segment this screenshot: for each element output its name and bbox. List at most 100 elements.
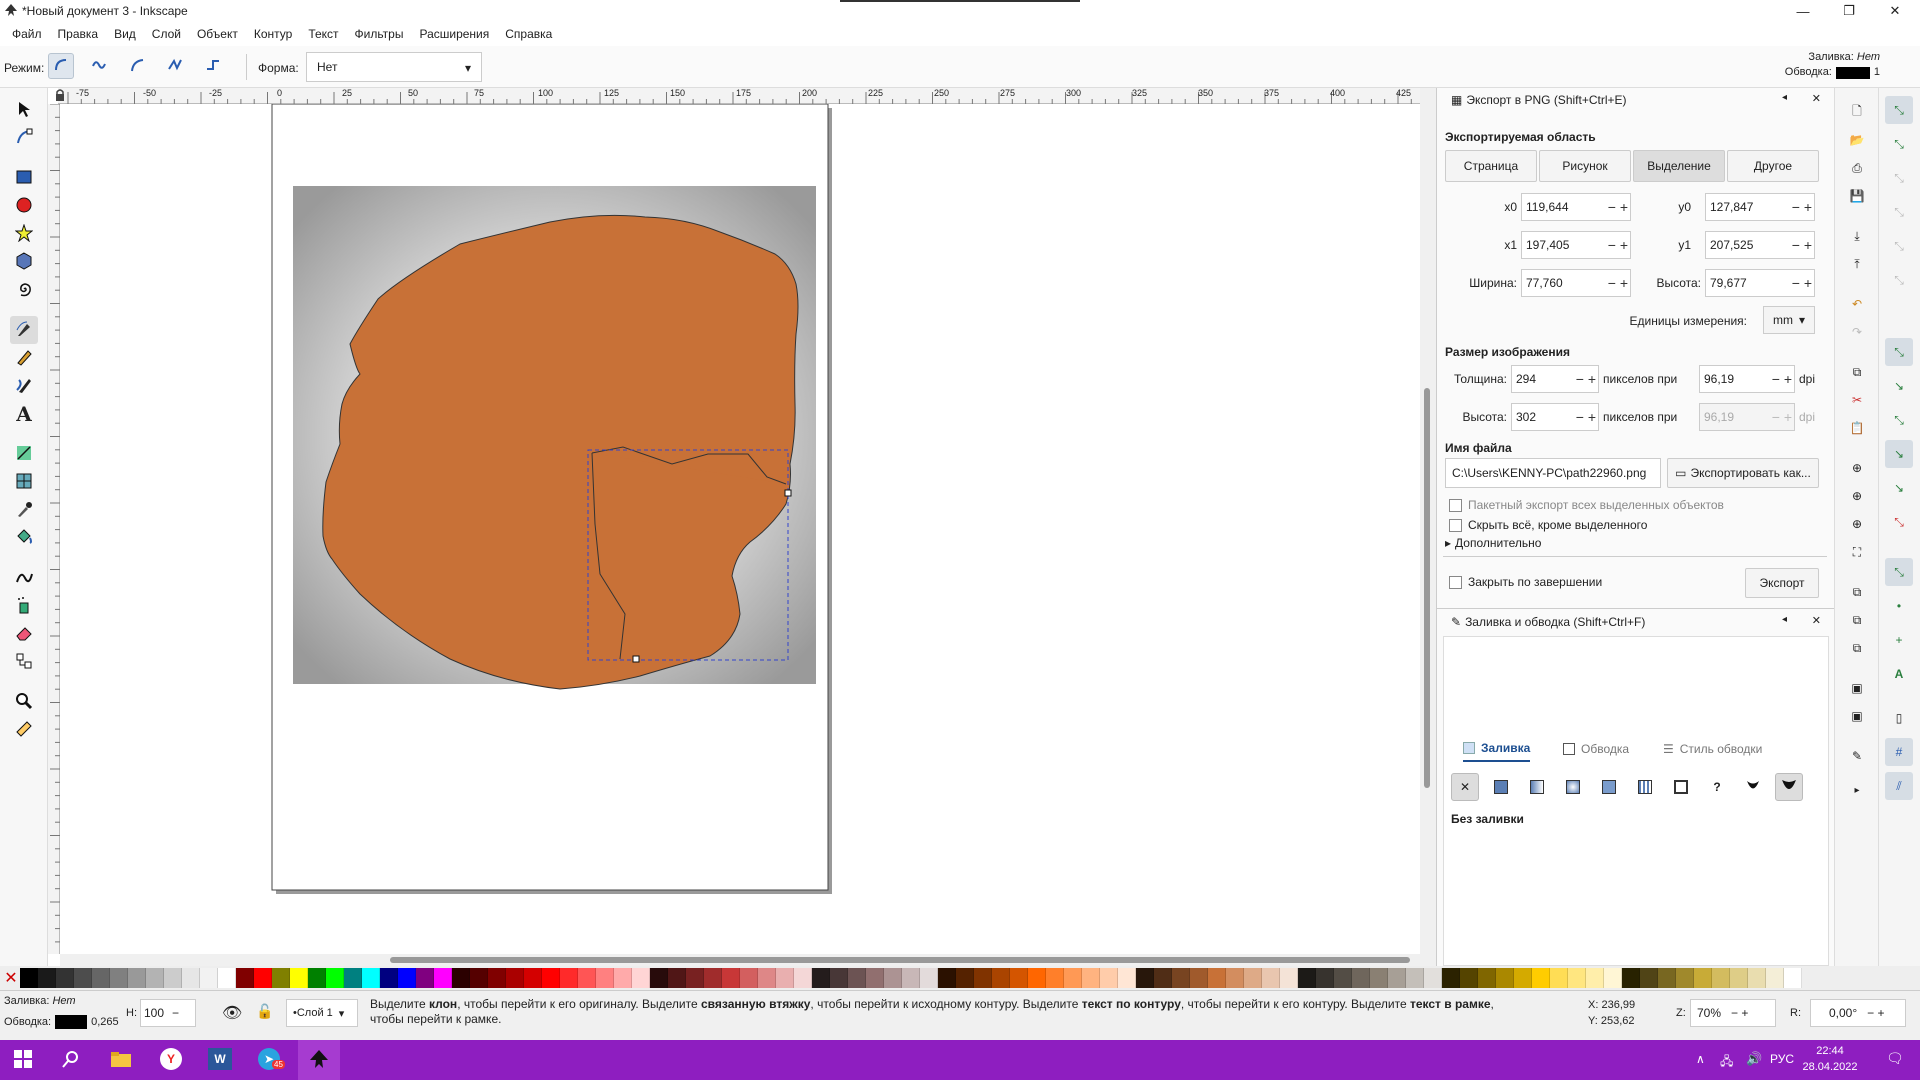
palette-swatch[interactable] xyxy=(578,968,596,988)
palette-swatch[interactable] xyxy=(524,968,542,988)
rectangle-tool[interactable] xyxy=(10,164,38,192)
zoom-tool[interactable] xyxy=(10,688,38,716)
unset-paint-button[interactable]: ? xyxy=(1703,773,1731,801)
palette-swatch[interactable] xyxy=(560,968,578,988)
menu-filters[interactable]: Фильтры xyxy=(347,27,412,41)
menu-file[interactable]: Файл xyxy=(4,27,50,41)
export-button[interactable]: Экспорт xyxy=(1745,568,1819,598)
palette-swatch[interactable] xyxy=(1388,968,1406,988)
palette-swatch[interactable] xyxy=(1028,968,1046,988)
palette-swatch[interactable] xyxy=(1406,968,1424,988)
palette-swatch[interactable] xyxy=(740,968,758,988)
palette-swatch[interactable] xyxy=(1316,968,1334,988)
group-icon[interactable]: ▣ xyxy=(1845,676,1869,700)
palette-swatch[interactable] xyxy=(1262,968,1280,988)
panel-collapse-icon[interactable]: ◂ xyxy=(1782,92,1787,103)
snap-rotation-center-icon[interactable]: + xyxy=(1885,626,1913,654)
zoom-drawing-icon[interactable]: ⊕ xyxy=(1845,484,1869,508)
snap-intersection-icon[interactable]: ⤡ xyxy=(1885,406,1913,434)
panel-close-icon[interactable]: ✕ xyxy=(1812,92,1821,105)
px-height-input[interactable]: 302 − + xyxy=(1511,403,1599,431)
palette-swatch[interactable] xyxy=(1154,968,1172,988)
paint-bucket-tool[interactable] xyxy=(10,524,38,552)
bezier-tool[interactable] xyxy=(10,316,38,344)
open-folder-icon[interactable]: 📂 xyxy=(1845,128,1869,152)
close-when-done-checkbox[interactable]: Закрыть по завершении xyxy=(1449,575,1602,589)
x1-stepper[interactable]: − + xyxy=(1608,232,1628,258)
width-input[interactable]: 77,760 − + xyxy=(1521,269,1631,297)
palette-swatch[interactable] xyxy=(398,968,416,988)
palette-swatch[interactable] xyxy=(596,968,614,988)
save-icon[interactable]: 💾 xyxy=(1845,184,1869,208)
layer-dropdown[interactable]: •Слой 1 ▾ xyxy=(286,999,358,1027)
no-paint-button[interactable]: ✕ xyxy=(1451,773,1479,801)
menu-path[interactable]: Контур xyxy=(246,27,300,41)
palette-swatch[interactable] xyxy=(722,968,740,988)
palette-swatch[interactable] xyxy=(1064,968,1082,988)
orange-blob-shape[interactable] xyxy=(322,214,799,690)
palette-swatch[interactable] xyxy=(1514,968,1532,988)
palette-swatch[interactable] xyxy=(1676,968,1694,988)
mesh-gradient-button[interactable] xyxy=(1595,773,1623,801)
palette-swatch[interactable] xyxy=(920,968,938,988)
language-indicator[interactable]: РУС xyxy=(1770,1052,1794,1066)
selection-handle-bottom[interactable] xyxy=(632,655,640,663)
menu-view[interactable]: Вид xyxy=(106,27,144,41)
spiro-mode-button[interactable] xyxy=(86,53,112,79)
palette-swatch[interactable] xyxy=(1136,968,1154,988)
3d-box-tool[interactable] xyxy=(10,248,38,276)
palette-swatch[interactable] xyxy=(1748,968,1766,988)
palette-swatch[interactable] xyxy=(938,968,956,988)
y1-input[interactable]: 207,525 − + xyxy=(1705,231,1815,259)
yandex-browser-icon[interactable]: Y xyxy=(160,1048,182,1070)
no-color-swatch[interactable]: ✕ xyxy=(2,968,20,988)
eraser-tool[interactable] xyxy=(10,620,38,648)
palette-swatch[interactable] xyxy=(650,968,668,988)
palette-swatch[interactable] xyxy=(236,968,254,988)
palette-swatch[interactable] xyxy=(884,968,902,988)
clone-icon[interactable]: ⧉ xyxy=(1845,608,1869,632)
palette-swatch[interactable] xyxy=(20,968,38,988)
batch-export-checkbox[interactable]: Пакетный экспорт всех выделенных объекто… xyxy=(1449,498,1724,512)
tab-fill[interactable]: Заливка xyxy=(1463,736,1531,762)
snap-bbox-corner-icon[interactable]: ⤡ xyxy=(1885,198,1913,226)
snap-path-icon[interactable]: ↘ xyxy=(1885,372,1913,400)
gradient-tool[interactable] xyxy=(10,440,38,468)
palette-swatch[interactable] xyxy=(380,968,398,988)
tab-stroke[interactable]: Обводка xyxy=(1563,736,1629,762)
menu-layer[interactable]: Слой xyxy=(144,27,189,41)
height-stepper[interactable]: − + xyxy=(1792,270,1812,296)
px-height-stepper[interactable]: − + xyxy=(1576,404,1596,430)
y1-stepper[interactable]: − + xyxy=(1792,232,1812,258)
palette-swatch[interactable] xyxy=(758,968,776,988)
x1-input[interactable]: 197,405 − + xyxy=(1521,231,1631,259)
straight-mode-button[interactable] xyxy=(162,53,188,79)
palette-swatch[interactable] xyxy=(272,968,290,988)
palette-swatch[interactable] xyxy=(704,968,722,988)
horizontal-scrollbar[interactable] xyxy=(60,954,1436,966)
word-icon[interactable]: W xyxy=(208,1048,232,1070)
palette-swatch[interactable] xyxy=(1082,968,1100,988)
palette-swatch[interactable] xyxy=(1334,968,1352,988)
palette-swatch[interactable] xyxy=(1280,968,1298,988)
cut-icon[interactable]: ✂ xyxy=(1845,388,1869,412)
palette-swatch[interactable] xyxy=(1226,968,1244,988)
palette-swatch[interactable] xyxy=(1766,968,1784,988)
palette-swatch[interactable] xyxy=(992,968,1010,988)
menu-help[interactable]: Справка xyxy=(497,27,560,41)
filename-input[interactable]: C:\Users\KENNY-PC\path22960.png xyxy=(1445,458,1661,488)
menu-object[interactable]: Объект xyxy=(189,27,246,41)
palette-swatch[interactable] xyxy=(74,968,92,988)
palette-swatch[interactable] xyxy=(1550,968,1568,988)
fill-rule-nonzero-button[interactable] xyxy=(1775,773,1803,801)
tray-chevron-icon[interactable]: ∧ xyxy=(1696,1052,1705,1066)
palette-swatch[interactable] xyxy=(956,968,974,988)
snap-center-icon[interactable]: • xyxy=(1885,592,1913,620)
fill-stroke-dialog-icon[interactable]: ✎ xyxy=(1845,744,1869,768)
palette-swatch[interactable] xyxy=(1118,968,1136,988)
ungroup-icon[interactable]: ▣ xyxy=(1845,704,1869,728)
radial-gradient-button[interactable] xyxy=(1559,773,1587,801)
selection-handle-right[interactable] xyxy=(784,489,792,497)
fill-rule-evenodd-button[interactable] xyxy=(1739,773,1767,801)
palette-swatch[interactable] xyxy=(1658,968,1676,988)
